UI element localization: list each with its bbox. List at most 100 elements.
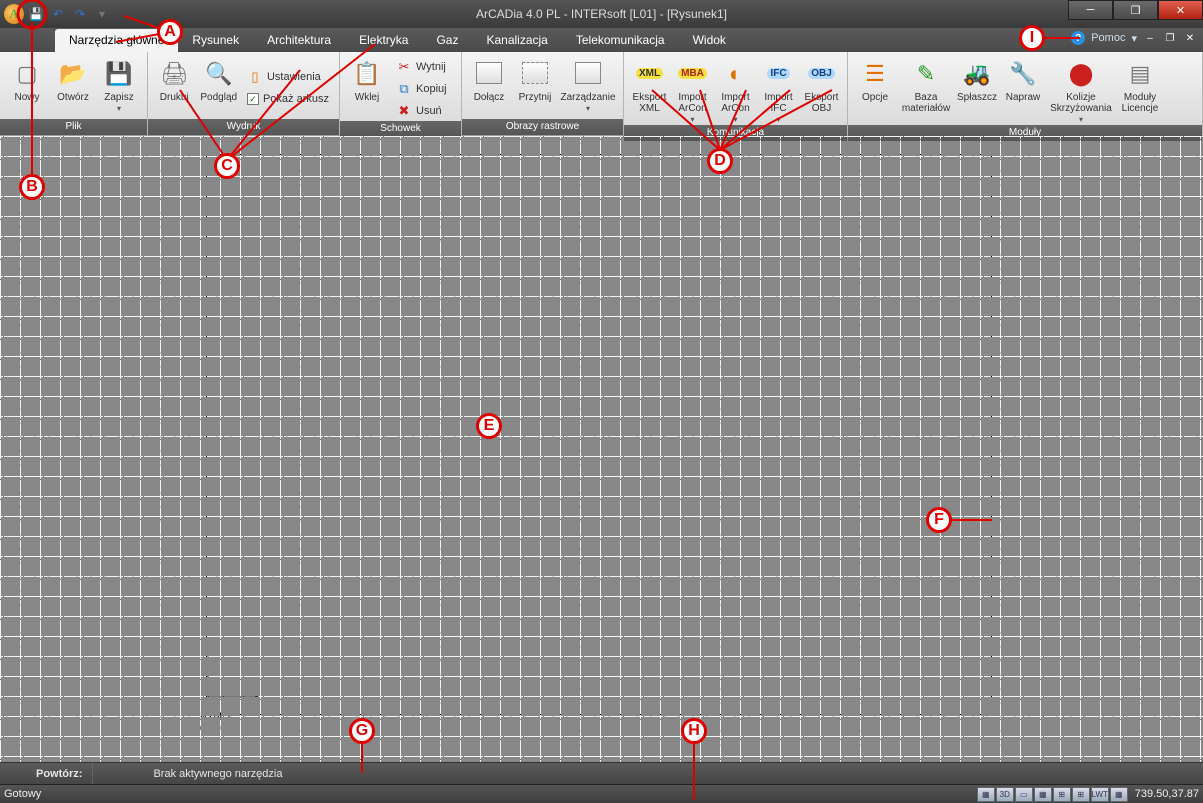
przytnij-button[interactable]: Przytnij (512, 54, 558, 119)
splaszcz-button[interactable]: 🚜 Spłaszcz (954, 54, 1000, 125)
mdi-close-button[interactable]: ✕ (1183, 31, 1197, 45)
view-name-label: Rzut 1 (aktywny) (200, 711, 232, 734)
baza-label: Baza materiałów (898, 92, 954, 114)
licenses-icon: ▤ (1124, 57, 1156, 89)
eksport-xml-button[interactable]: XML Eksport XML (628, 54, 671, 125)
mdi-restore-button[interactable]: ❐ (1163, 31, 1177, 45)
tab-kanalizacja[interactable]: Kanalizacja (472, 29, 561, 52)
tray-btn-7[interactable]: ▦ (1110, 787, 1128, 802)
zapisz-label: Zapisz (104, 92, 133, 103)
ribbon: ▢ Nowy 📂 Otwórz 💾 Zapisz Plik 🖨 Drukuj 🔍… (0, 52, 1203, 136)
qat-undo-button[interactable]: ↶ (48, 4, 68, 24)
qat-save-button[interactable]: 💾 (26, 4, 46, 24)
eksport-obj-button[interactable]: OBJ Eksport OBJ (800, 54, 843, 125)
arcon-icon: ◐ (720, 57, 752, 89)
wklej-label: Wklej (355, 92, 379, 103)
import-arcon-label: Import ArCon (671, 92, 714, 114)
zarzadzanie-label: Zarządzanie (560, 92, 615, 103)
group-wydruk-label: Wydruk (148, 119, 339, 135)
podglad-button[interactable]: 🔍 Podgląd (196, 54, 240, 119)
minimize-button[interactable]: ─ (1068, 0, 1113, 20)
kolizje-button[interactable]: ⬤ Kolizje Skrzyżowania (1046, 54, 1116, 125)
dolacz-button[interactable]: Dołącz (466, 54, 512, 119)
baza-materialow-button[interactable]: ✎ Baza materiałów (898, 54, 954, 125)
napraw-label: Napraw (1006, 92, 1040, 103)
przytnij-label: Przytnij (519, 92, 552, 103)
usun-label: Usuń (416, 105, 442, 117)
tray-btn-2[interactable]: ▭ (1015, 787, 1033, 802)
ucs-icon (200, 655, 260, 708)
title-bar: A 💾 ↶ ↷ ▾ ArCADia 4.0 PL - INTERsoft [L0… (0, 0, 1203, 28)
maximize-button[interactable]: ❐ (1113, 0, 1158, 20)
app-menu-button[interactable]: A (4, 4, 24, 24)
tray-btn-1[interactable]: 3D (996, 787, 1014, 802)
zarzadzanie-button[interactable]: Zarządzanie (558, 54, 618, 119)
moduly-licencje-button[interactable]: ▤ Moduły Licencje (1116, 54, 1164, 125)
attach-image-icon (473, 57, 505, 89)
zapisz-button[interactable]: 💾 Zapisz (96, 54, 142, 119)
tab-architektura[interactable]: Architektura (253, 29, 345, 52)
ribbon-tabs: Narzędzia główne Rysunek Architektura El… (0, 28, 1203, 52)
wklej-button[interactable]: 📋 Wklej (344, 54, 390, 121)
help-label[interactable]: Pomoc (1091, 32, 1125, 44)
import-arcon2-label: Import ArCon (714, 92, 757, 114)
tab-narzedzia-glowne[interactable]: Narzędzia główne (55, 29, 178, 52)
tab-rysunek[interactable]: Rysunek (178, 29, 253, 52)
drawing-canvas[interactable]: Rzut 1 (aktywny) (0, 136, 1203, 766)
show-sheet-checkbox[interactable]: ✓ (247, 93, 259, 105)
tab-elektryka[interactable]: Elektryka (345, 29, 422, 52)
group-plik: ▢ Nowy 📂 Otwórz 💾 Zapisz Plik (0, 52, 148, 135)
tray-btn-3[interactable]: ▦ (1034, 787, 1052, 802)
pokaz-arkusz-button[interactable]: ✓ Pokaż arkusz (243, 89, 333, 109)
napraw-button[interactable]: 🔧 Napraw (1000, 54, 1046, 125)
qat-customize-button[interactable]: ▾ (92, 4, 112, 24)
import-arcon2-button[interactable]: ◐ Import ArCon (714, 54, 757, 125)
opcje-label: Opcje (862, 92, 888, 103)
status-bar: Gotowy ▦ 3D ▭ ▦ ⊞ ⊞ LWT ▦ 739.50,37.87 (0, 785, 1203, 803)
help-dropdown-icon[interactable]: ▾ (1131, 32, 1137, 45)
import-ifc-button[interactable]: IFC Import IFC (757, 54, 800, 125)
xml-icon: XML (634, 57, 666, 89)
drukuj-button[interactable]: 🖨 Drukuj (152, 54, 196, 119)
tray-btn-6[interactable]: LWT (1091, 787, 1109, 802)
close-button[interactable]: ✕ (1158, 0, 1203, 20)
materials-db-icon: ✎ (910, 57, 942, 89)
tab-widok[interactable]: Widok (679, 29, 740, 52)
repair-icon: 🔧 (1007, 57, 1039, 89)
collisions-icon: ⬤ (1065, 57, 1097, 89)
nowy-button[interactable]: ▢ Nowy (4, 54, 50, 119)
splaszcz-label: Spłaszcz (957, 92, 997, 103)
paste-icon: 📋 (351, 57, 383, 89)
tray-btn-5[interactable]: ⊞ (1072, 787, 1090, 802)
window-controls: ─ ❐ ✕ (1068, 0, 1203, 20)
wytnij-button[interactable]: ✂ Wytnij (392, 57, 451, 77)
usun-button[interactable]: ✖ Usuń (392, 101, 451, 121)
mdi-minimize-button[interactable]: – (1143, 31, 1157, 45)
printer-icon: 🖨 (158, 57, 190, 89)
qat-redo-button[interactable]: ↷ (70, 4, 90, 24)
help-icon[interactable]: ? (1071, 31, 1085, 45)
print-preview-icon: 🔍 (203, 57, 235, 89)
flatten-icon: 🚜 (961, 57, 993, 89)
tray-btn-0[interactable]: ▦ (977, 787, 995, 802)
tab-telekomunikacja[interactable]: Telekomunikacja (562, 29, 679, 52)
import-arcon-button[interactable]: MBA Import ArCon (671, 54, 714, 125)
opcje-button[interactable]: ☰ Opcje (852, 54, 898, 125)
clip-image-icon (519, 57, 551, 89)
tray-btn-4[interactable]: ⊞ (1053, 787, 1071, 802)
delete-icon: ✖ (396, 103, 412, 119)
new-file-icon: ▢ (11, 57, 43, 89)
import-ifc-label: Import IFC (757, 92, 800, 114)
quick-access-toolbar: A 💾 ↶ ↷ ▾ (0, 4, 112, 24)
group-wydruk: 🖨 Drukuj 🔍 Podgląd ▯ Ustawienia ✓ Pokaż … (148, 52, 340, 135)
otworz-label: Otwórz (57, 92, 89, 103)
otworz-button[interactable]: 📂 Otwórz (50, 54, 96, 119)
kopiuj-button[interactable]: ⧉ Kopiuj (392, 79, 451, 99)
copy-icon: ⧉ (396, 81, 412, 97)
save-icon: 💾 (103, 57, 135, 89)
ustawienia-button[interactable]: ▯ Ustawienia (243, 67, 333, 87)
group-obrazy-label: Obrazy rastrowe (462, 119, 623, 135)
kolizje-label: Kolizje Skrzyżowania (1046, 92, 1116, 114)
drukuj-label: Drukuj (160, 92, 189, 103)
tab-gaz[interactable]: Gaz (422, 29, 472, 52)
